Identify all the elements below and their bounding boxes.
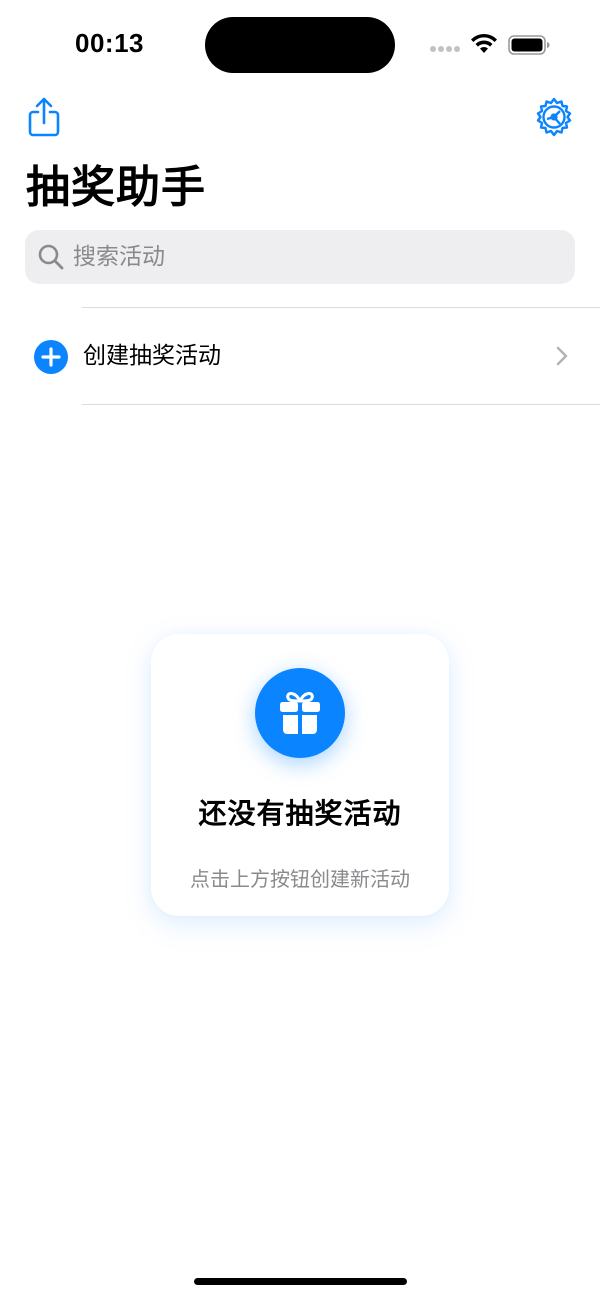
chevron-right-icon bbox=[556, 346, 568, 366]
dynamic-island bbox=[205, 17, 395, 73]
battery-icon bbox=[508, 35, 550, 55]
create-lottery-row[interactable]: 创建抽奖活动 bbox=[0, 308, 600, 404]
create-lottery-label: 创建抽奖活动 bbox=[83, 343, 221, 369]
wifi-icon bbox=[471, 33, 497, 53]
share-button[interactable] bbox=[25, 96, 63, 138]
share-icon bbox=[28, 97, 60, 137]
search-bar[interactable] bbox=[25, 230, 575, 284]
search-input[interactable] bbox=[73, 230, 553, 284]
settings-button[interactable] bbox=[534, 97, 574, 137]
page-title: 抽奖助手 bbox=[26, 162, 206, 213]
cellular-signal-icon bbox=[430, 46, 462, 54]
status-bar: 00:13 bbox=[0, 0, 600, 90]
status-time: 00:13 bbox=[75, 28, 144, 58]
gear-icon bbox=[536, 97, 572, 137]
empty-state-title: 还没有抽奖活动 bbox=[198, 797, 402, 830]
divider bbox=[82, 404, 600, 405]
empty-state-subtitle: 点击上方按钮创建新活动 bbox=[190, 867, 410, 891]
gift-badge bbox=[255, 668, 345, 758]
search-icon bbox=[38, 244, 64, 270]
empty-state-card: 还没有抽奖活动 点击上方按钮创建新活动 bbox=[151, 634, 449, 916]
plus-circle-icon bbox=[34, 340, 68, 374]
gift-icon bbox=[280, 692, 320, 734]
home-indicator bbox=[194, 1278, 407, 1285]
